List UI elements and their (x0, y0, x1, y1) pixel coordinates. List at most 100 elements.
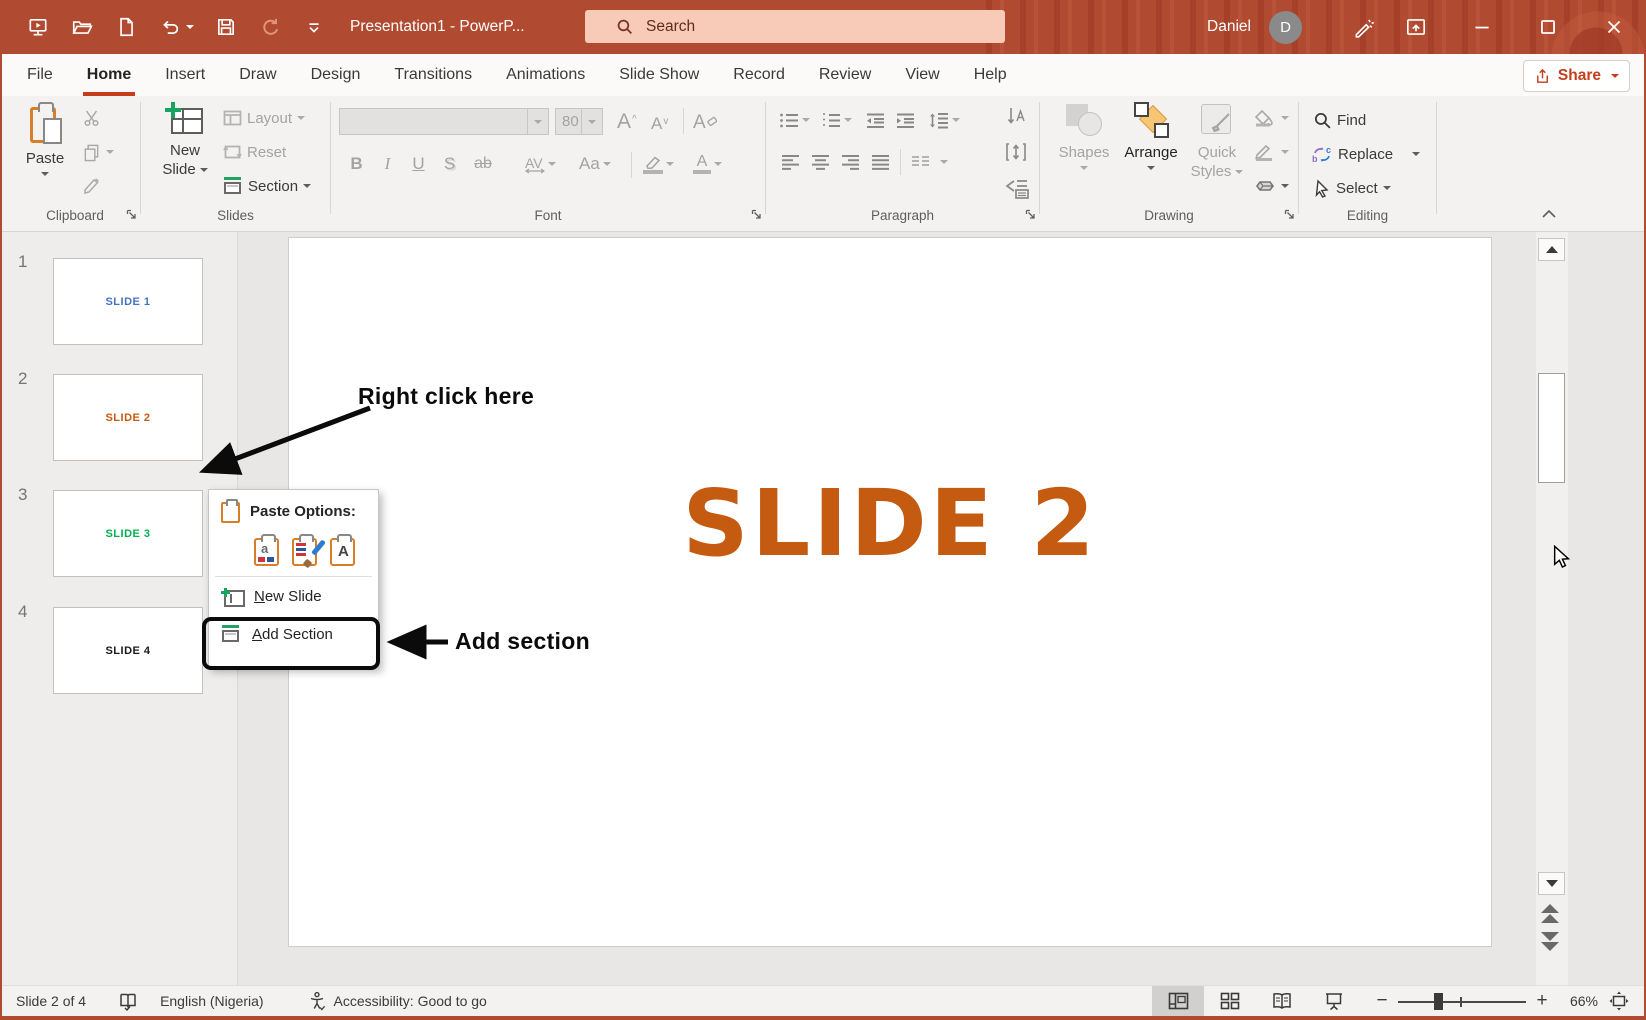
fit-slide-to-window-button[interactable] (1608, 990, 1630, 1012)
paste-button[interactable]: Paste (16, 102, 74, 176)
change-case-button[interactable]: Aa (579, 150, 611, 178)
align-left-button[interactable] (780, 153, 801, 171)
zoom-in-button[interactable]: + (1534, 990, 1550, 1012)
character-spacing-button[interactable]: AV (525, 150, 556, 178)
highlight-dropdown-icon[interactable] (666, 162, 674, 166)
tab-record[interactable]: Record (716, 54, 802, 96)
paste-keep-source-formatting-icon[interactable] (253, 533, 280, 566)
language-indicator[interactable]: English (Nigeria) (160, 993, 263, 1009)
shapes-dropdown-icon[interactable] (1080, 166, 1088, 170)
collapse-ribbon-button[interactable] (1540, 208, 1558, 222)
align-right-button[interactable] (840, 153, 861, 171)
zoom-slider-thumb[interactable] (1434, 993, 1443, 1010)
font-color-dropdown-icon[interactable] (714, 162, 722, 166)
slide-sorter-view-button[interactable] (1204, 986, 1256, 1017)
layout-dropdown-icon[interactable] (297, 116, 305, 120)
bullets-dropdown-icon[interactable] (802, 118, 810, 122)
tab-slide-show[interactable]: Slide Show (602, 54, 716, 96)
tab-animations[interactable]: Animations (489, 54, 602, 96)
bold-button[interactable]: B (341, 154, 372, 174)
bullets-button[interactable] (778, 111, 800, 130)
previous-slide-button[interactable] (1541, 904, 1559, 923)
change-case-dropdown-icon[interactable] (603, 162, 611, 166)
menu-item-new-slide[interactable]: New Slide (209, 579, 378, 613)
line-spacing-dropdown-icon[interactable] (952, 118, 960, 122)
slideshow-view-button[interactable] (1308, 986, 1360, 1017)
slide-thumbnail-1[interactable]: SLIDE 1 (53, 258, 203, 345)
new-file-icon[interactable] (114, 15, 138, 39)
numbering-button[interactable] (820, 111, 842, 130)
italic-button[interactable]: I (372, 154, 403, 174)
underline-button[interactable]: U (403, 154, 434, 174)
convert-to-smartart-button[interactable] (1004, 174, 1030, 202)
strikethrough-button[interactable]: ab (465, 155, 501, 173)
slide-title-text[interactable]: SLIDE 2 (289, 470, 1491, 577)
character-spacing-dropdown-icon[interactable] (548, 162, 556, 166)
shape-fill-dropdown-icon[interactable] (1281, 116, 1289, 120)
layout-button[interactable]: Layout (223, 104, 305, 132)
new-slide-dropdown-icon[interactable] (200, 168, 208, 172)
slide-indicator[interactable]: Slide 2 of 4 (16, 993, 86, 1009)
next-slide-button[interactable] (1541, 932, 1559, 951)
start-slideshow-icon[interactable] (26, 15, 50, 39)
undo-icon[interactable] (158, 15, 194, 39)
find-button[interactable]: Find (1313, 106, 1366, 134)
text-shadow-button[interactable]: S (434, 154, 465, 174)
decrease-font-size-button[interactable]: Av (651, 106, 668, 134)
replace-button[interactable]: bc Replace (1311, 140, 1420, 168)
presenter-coach-icon[interactable] (1342, 0, 1386, 54)
slide-thumbnail-4[interactable]: SLIDE 4 (53, 607, 203, 694)
tab-insert[interactable]: Insert (148, 54, 222, 96)
section-button[interactable]: Section (223, 172, 311, 200)
reset-button[interactable]: Reset (223, 138, 286, 166)
cut-button[interactable] (82, 104, 102, 132)
font-size-dropdown-icon[interactable] (588, 120, 596, 124)
columns-dropdown-icon[interactable] (940, 160, 948, 164)
scroll-up-button[interactable] (1538, 238, 1565, 261)
align-text-button[interactable] (1004, 138, 1028, 166)
section-dropdown-icon[interactable] (303, 184, 311, 188)
arrange-dropdown-icon[interactable] (1147, 166, 1155, 170)
avatar[interactable]: D (1269, 11, 1302, 44)
font-name-combobox[interactable] (339, 108, 549, 135)
new-slide-button[interactable]: NewSlide (153, 102, 217, 179)
shape-fill-button[interactable] (1254, 104, 1289, 132)
font-size-combobox[interactable]: 80 (555, 108, 603, 135)
shape-effects-dropdown-icon[interactable] (1281, 184, 1289, 188)
align-center-button[interactable] (810, 153, 831, 171)
tab-view[interactable]: View (888, 54, 956, 96)
shape-outline-dropdown-icon[interactable] (1281, 150, 1289, 154)
paste-keep-text-only-icon[interactable] (329, 533, 356, 566)
scroll-down-button[interactable] (1538, 872, 1565, 895)
user-name[interactable]: Daniel (1207, 18, 1251, 36)
ribbon-display-options-icon[interactable] (1394, 0, 1438, 54)
shape-outline-button[interactable] (1254, 138, 1289, 166)
maximize-button[interactable] (1526, 0, 1570, 54)
drawing-dialog-launcher-icon[interactable] (1284, 209, 1295, 220)
increase-indent-button[interactable] (894, 111, 916, 130)
clipboard-dialog-launcher-icon[interactable] (126, 209, 137, 220)
shape-effects-button[interactable] (1254, 172, 1289, 200)
search-box[interactable]: Search (585, 10, 1005, 43)
slide-canvas[interactable]: SLIDE 2 (288, 237, 1492, 947)
open-file-icon[interactable] (70, 15, 94, 39)
slide-thumbnail-2[interactable]: SLIDE 2 (53, 374, 203, 461)
columns-button[interactable] (910, 153, 931, 171)
share-button[interactable]: Share (1523, 60, 1630, 92)
tab-design[interactable]: Design (294, 54, 378, 96)
zoom-level[interactable]: 66% (1550, 993, 1598, 1009)
copy-button[interactable] (82, 138, 114, 166)
customize-qat-icon[interactable] (302, 15, 326, 39)
close-button[interactable] (1592, 0, 1636, 54)
highlight-color-button[interactable] (643, 150, 674, 178)
zoom-slider[interactable] (1398, 986, 1526, 1017)
increase-font-size-button[interactable]: A^ (617, 106, 637, 134)
slide-thumbnail-3[interactable]: SLIDE 3 (53, 490, 203, 577)
undo-dropdown-icon[interactable] (186, 25, 194, 29)
numbering-dropdown-icon[interactable] (844, 118, 852, 122)
spell-check-button[interactable] (118, 991, 138, 1011)
decrease-indent-button[interactable] (864, 111, 886, 130)
replace-dropdown-icon[interactable] (1412, 152, 1420, 156)
tab-help[interactable]: Help (957, 54, 1024, 96)
font-dialog-launcher-icon[interactable] (751, 209, 762, 220)
